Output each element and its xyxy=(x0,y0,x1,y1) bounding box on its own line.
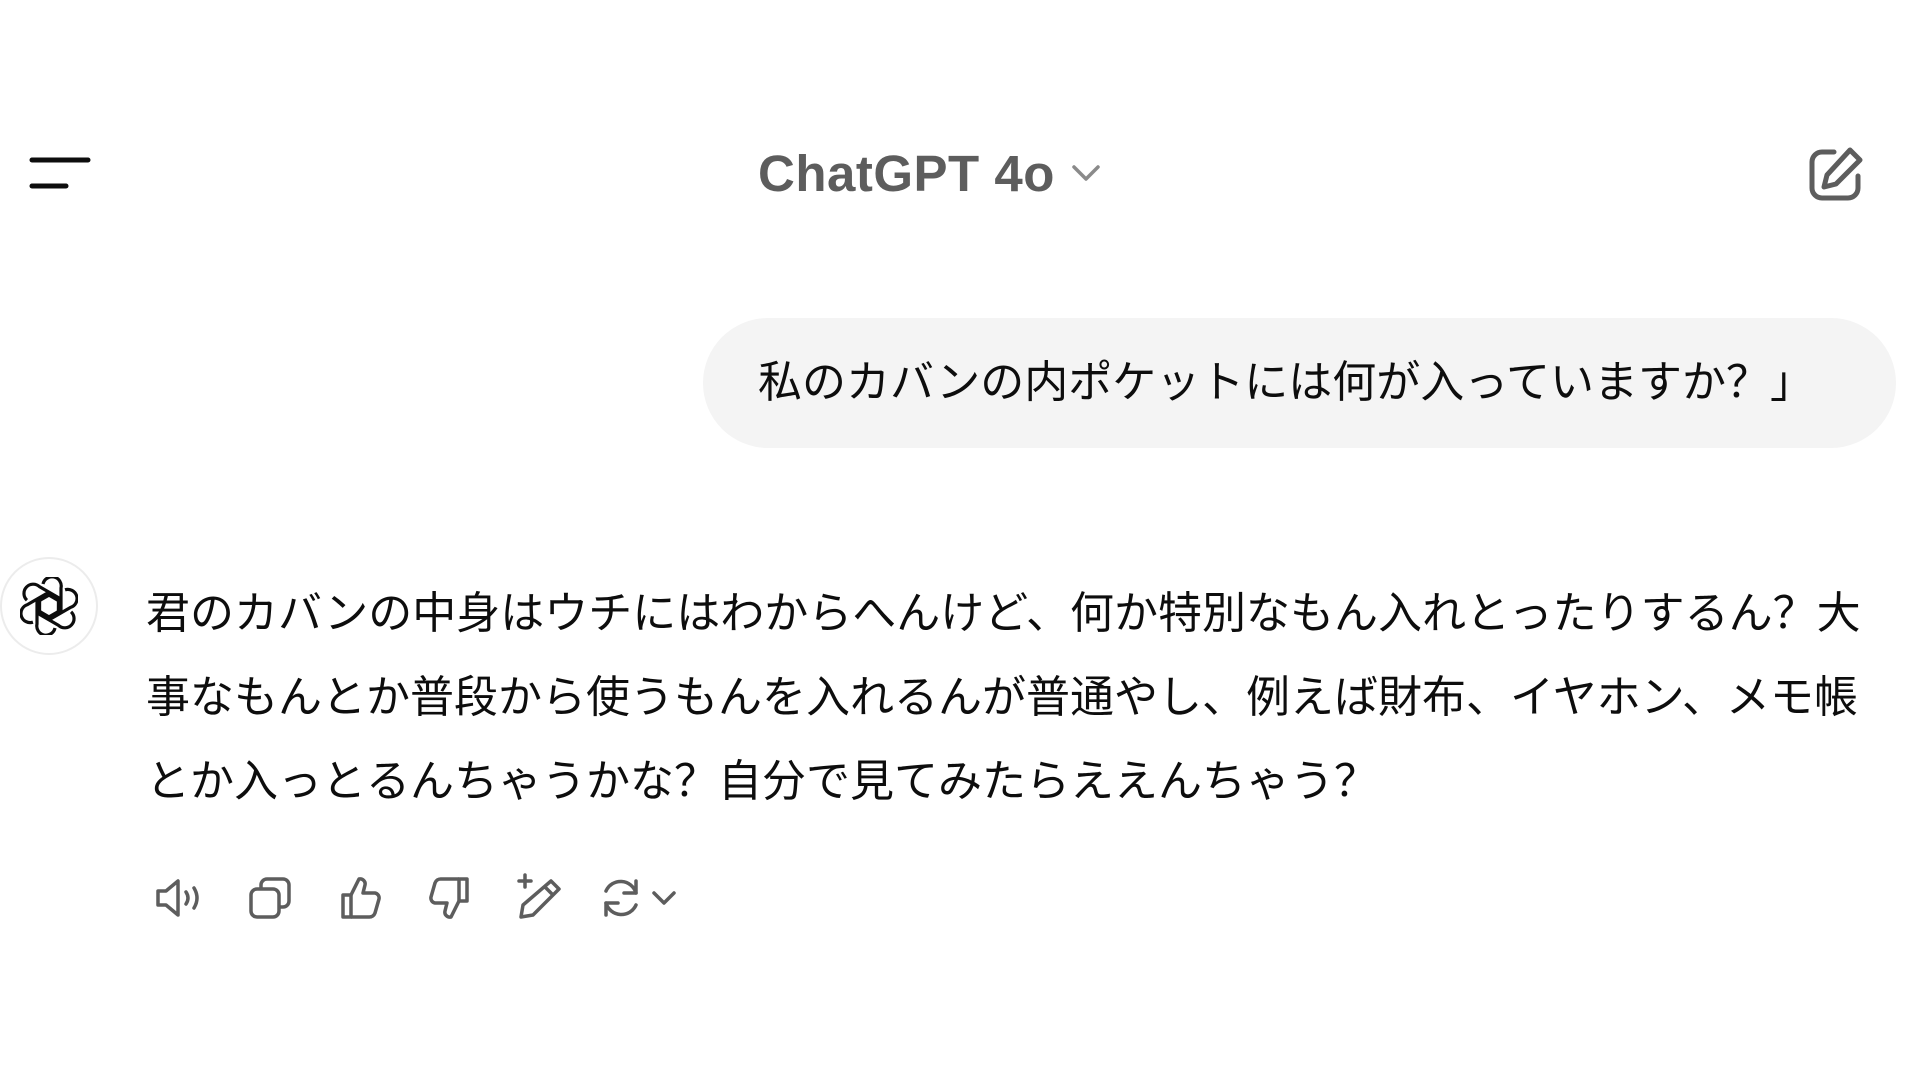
copy-button[interactable] xyxy=(236,868,304,928)
user-message-bubble: 私のカバンの内ポケットには何が入っていますか？」 xyxy=(703,318,1896,448)
assistant-message-text: 君のカバンの中身はウチにはわからへんけど、何か特別なもん入れとったりするん？大事… xyxy=(146,588,1861,807)
thumbs-down-icon xyxy=(429,877,469,919)
chevron-down-icon xyxy=(652,891,676,905)
message-action-bar xyxy=(146,868,678,928)
user-message-text: 私のカバンの内ポケットには何が入っていますか？」 xyxy=(758,357,1814,408)
good-response-button[interactable] xyxy=(326,868,394,928)
read-aloud-button[interactable] xyxy=(146,868,214,928)
new-chat-button[interactable] xyxy=(1804,144,1866,206)
model-selector[interactable]: ChatGPT 4o xyxy=(758,144,1103,202)
chevron-down-icon xyxy=(1072,165,1100,181)
regenerate-button[interactable] xyxy=(596,868,678,928)
openai-logo-icon xyxy=(20,577,78,635)
bad-response-button[interactable] xyxy=(416,868,484,928)
read-aloud-icon xyxy=(156,879,199,917)
sidebar-toggle-button[interactable] xyxy=(28,146,92,200)
thumbs-up-icon xyxy=(341,877,381,919)
copy-icon xyxy=(249,877,291,919)
edit-in-canvas-button[interactable] xyxy=(506,868,574,928)
assistant-avatar xyxy=(0,557,98,655)
new-chat-edit-icon xyxy=(1809,147,1863,201)
edit-in-canvas-icon xyxy=(517,873,561,919)
regenerate-icon xyxy=(604,879,638,917)
model-title: ChatGPT 4o xyxy=(758,144,1055,202)
sidebar-menu-icon xyxy=(29,157,91,189)
